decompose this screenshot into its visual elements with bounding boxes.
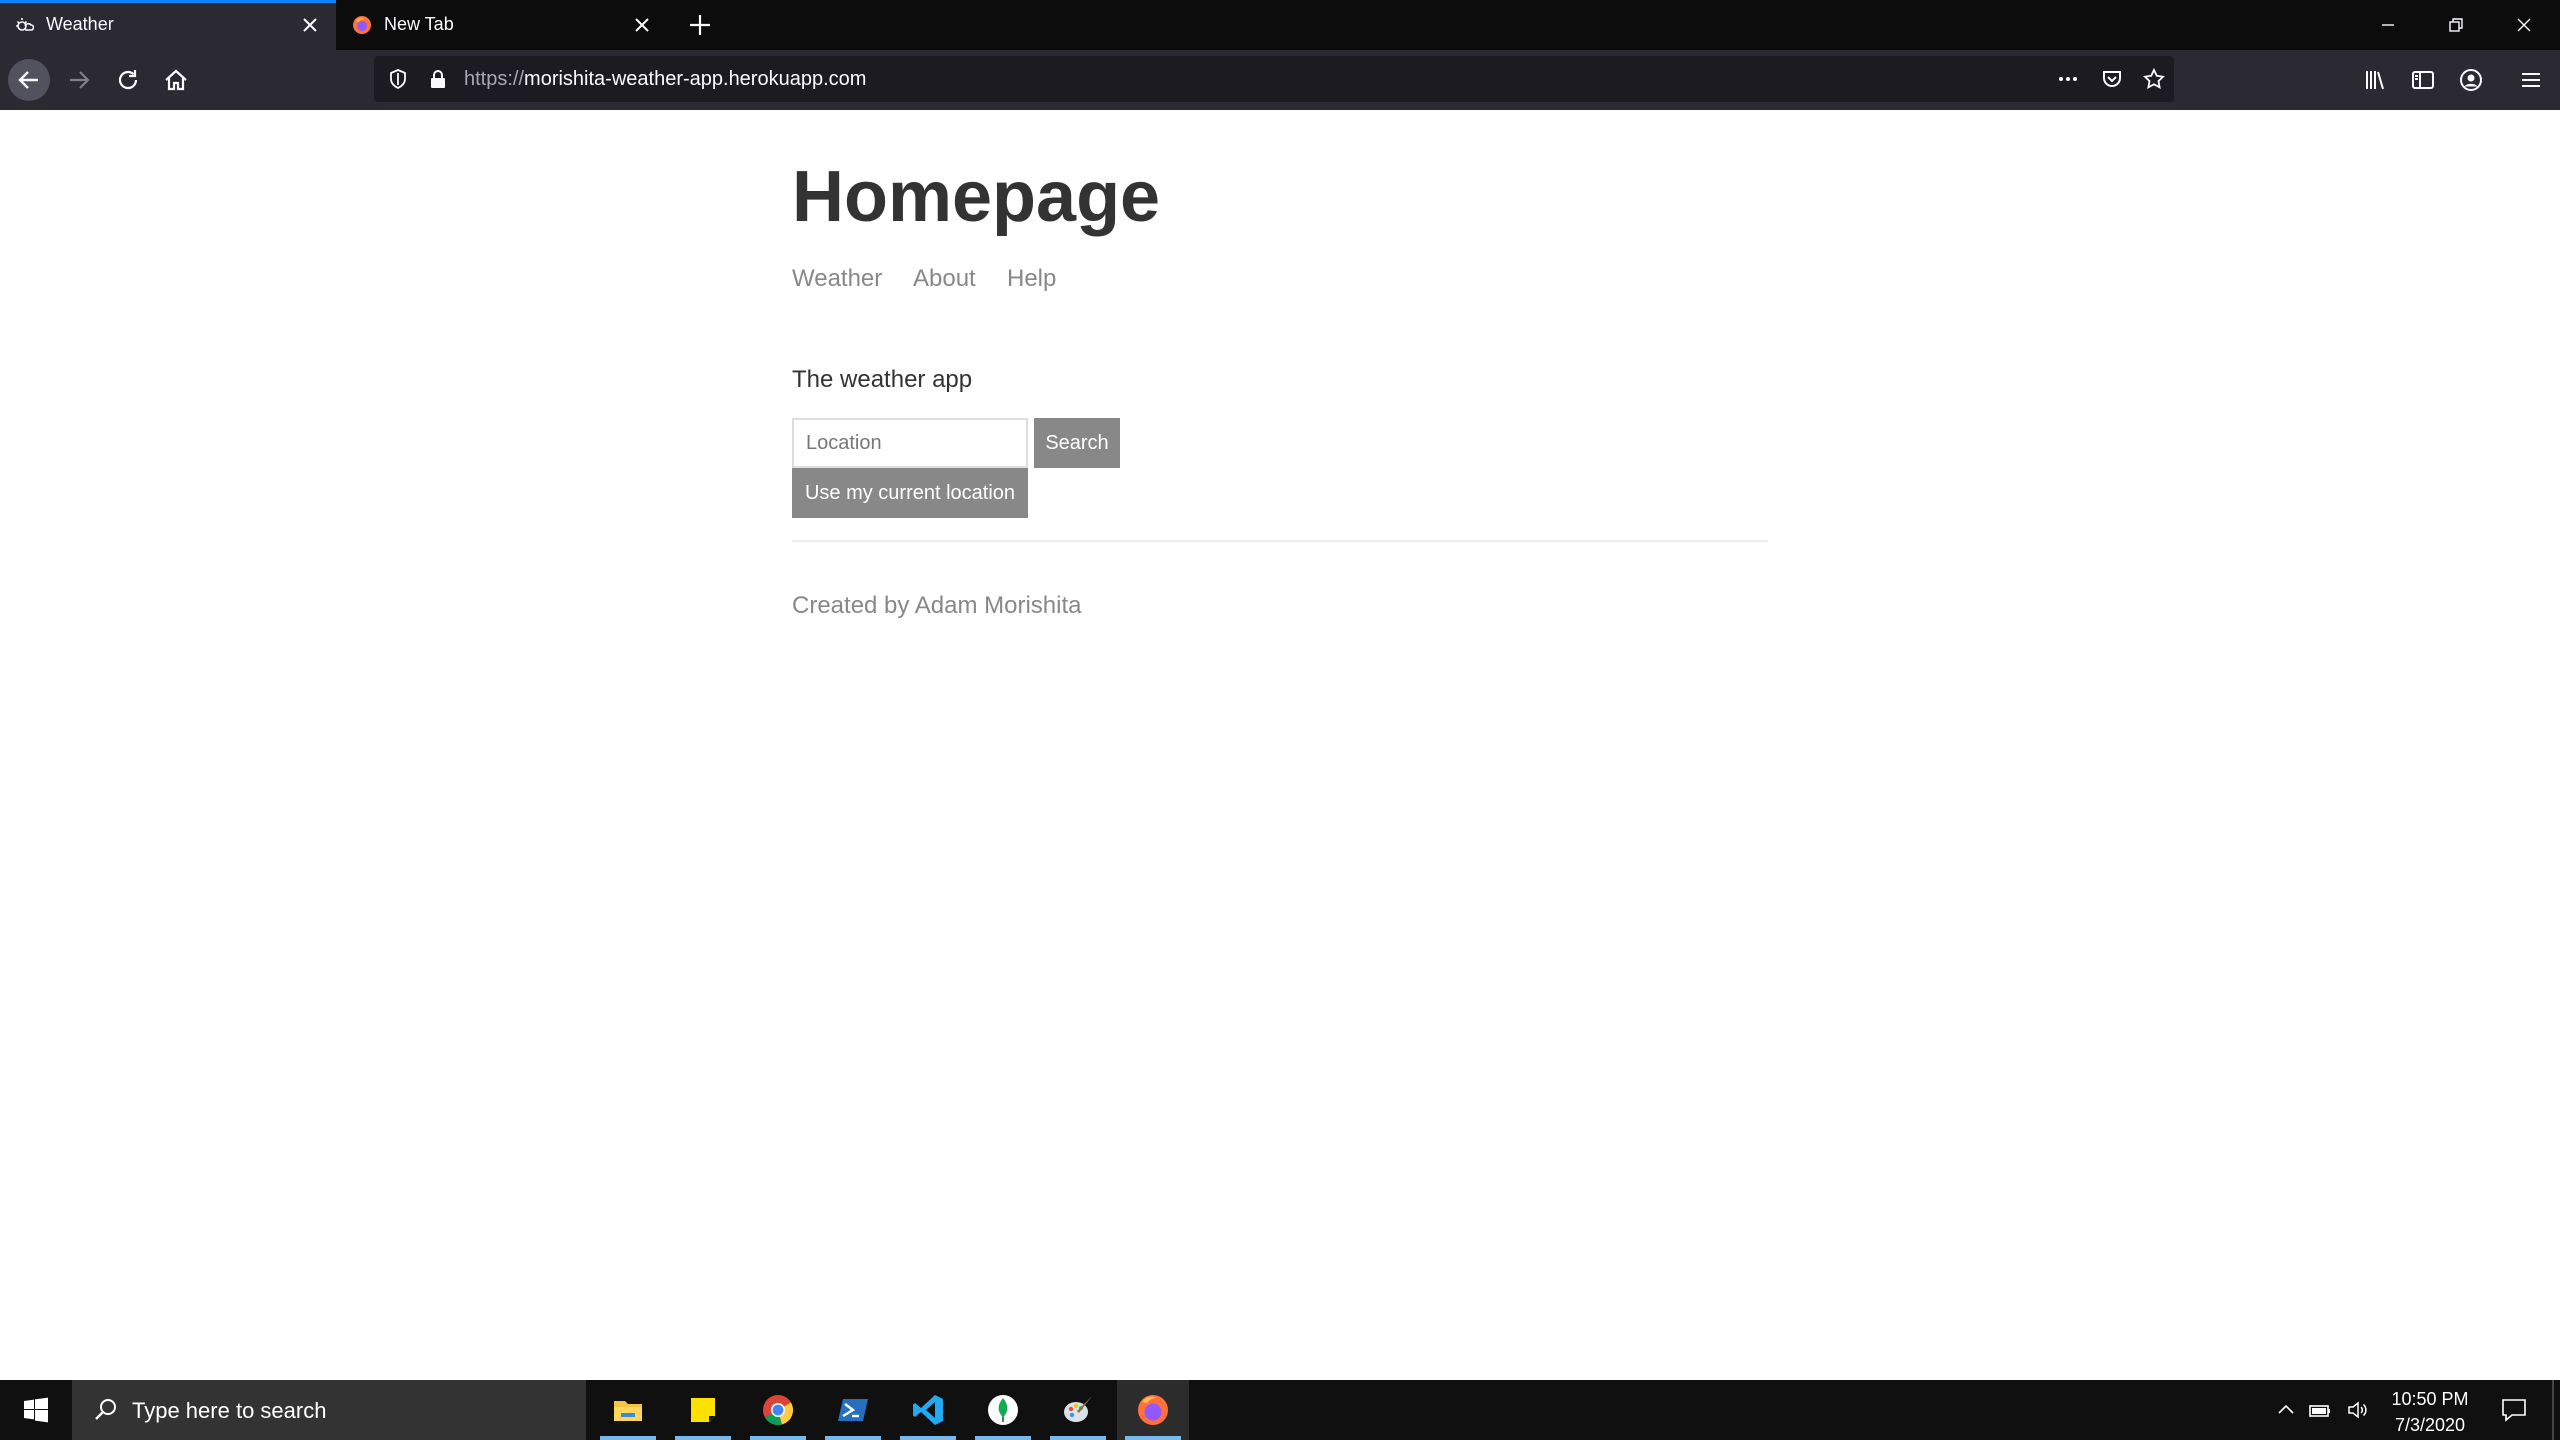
show-desktop-button[interactable] xyxy=(2552,1380,2554,1440)
taskbar-search-placeholder: Type here to search xyxy=(132,1398,327,1423)
taskbar-app-file-explorer[interactable] xyxy=(592,1380,664,1440)
use-current-location-button[interactable]: Use my current location xyxy=(792,468,1028,518)
windows-logo-icon xyxy=(24,1397,48,1423)
clock-time: 10:50 PM xyxy=(2391,1389,2469,1409)
close-icon xyxy=(2517,18,2531,32)
pocket-icon[interactable] xyxy=(2100,67,2124,91)
divider xyxy=(792,540,1768,542)
battery-icon[interactable] xyxy=(2308,1398,2332,1422)
page-content: Homepage Weather About Help The weather … xyxy=(0,110,2560,1380)
home-icon xyxy=(165,69,187,91)
bookmark-star-icon[interactable] xyxy=(2142,67,2166,91)
taskbar-clock[interactable]: 10:50 PM 7/3/2020 xyxy=(2380,1386,2480,1438)
back-button[interactable] xyxy=(8,59,50,101)
taskbar: Type here to search 10:50 PM 7/3/2020 xyxy=(0,1380,2560,1440)
firefox-icon xyxy=(353,16,371,34)
nav-link-help[interactable]: Help xyxy=(1007,265,1056,293)
notification-center-icon[interactable] xyxy=(2500,1396,2528,1424)
sidebar-icon xyxy=(2412,71,2434,89)
location-input[interactable] xyxy=(792,418,1028,468)
sticky-notes-icon xyxy=(691,1398,715,1422)
tab-weather[interactable]: Weather xyxy=(0,0,336,50)
taskbar-app-paint[interactable] xyxy=(1042,1380,1114,1440)
minimize-button[interactable] xyxy=(2354,0,2422,50)
hamburger-menu-icon xyxy=(2522,73,2540,87)
url-scheme: https:// xyxy=(464,68,525,90)
arrow-right-icon xyxy=(70,71,90,89)
shield-icon[interactable] xyxy=(386,67,410,91)
footer-credit: Created by Adam Morishita xyxy=(792,592,1082,619)
chevron-up-icon[interactable] xyxy=(2274,1398,2298,1422)
search-button[interactable]: Search xyxy=(1034,418,1120,468)
tab-title: New Tab xyxy=(384,14,454,34)
home-button[interactable] xyxy=(159,63,193,97)
close-icon[interactable] xyxy=(630,13,654,37)
taskbar-app-powershell[interactable] xyxy=(817,1380,889,1440)
library-button[interactable] xyxy=(2358,63,2392,97)
chrome-icon xyxy=(763,1395,794,1426)
menu-button[interactable] xyxy=(2514,63,2548,97)
weather-favicon-icon xyxy=(16,18,34,31)
reload-button[interactable] xyxy=(111,63,145,97)
start-button[interactable] xyxy=(0,1380,72,1440)
account-button[interactable] xyxy=(2454,63,2488,97)
taskbar-app-chrome[interactable] xyxy=(742,1380,814,1440)
nav-link-about[interactable]: About xyxy=(913,265,976,293)
search-icon xyxy=(95,1399,116,1420)
nav-link-weather[interactable]: Weather xyxy=(792,265,882,293)
window-close-button[interactable] xyxy=(2490,0,2558,50)
volume-icon[interactable] xyxy=(2346,1398,2370,1422)
taskbar-app-sticky-notes[interactable] xyxy=(667,1380,739,1440)
page-title: Homepage xyxy=(792,157,1161,237)
arrow-left-icon xyxy=(18,71,38,89)
url-host: morishita-weather-app.herokuapp.com xyxy=(524,68,867,90)
tab-new-tab[interactable]: New Tab xyxy=(338,0,668,50)
paint-icon xyxy=(1064,1396,1092,1422)
url-bar[interactable]: https://morishita-weather-app.herokuapp.… xyxy=(374,56,2174,102)
more-actions-icon[interactable] xyxy=(2056,67,2080,91)
file-explorer-icon xyxy=(614,1401,642,1421)
taskbar-search-box[interactable]: Type here to search xyxy=(72,1380,586,1440)
firefox-icon xyxy=(1138,1395,1168,1425)
tab-title: Weather xyxy=(46,14,114,34)
restore-button[interactable] xyxy=(2422,0,2490,50)
url-text[interactable]: https://morishita-weather-app.herokuapp.… xyxy=(464,68,866,91)
vscode-icon xyxy=(913,1395,943,1425)
restore-icon xyxy=(2449,18,2463,32)
new-tab-plus-icon[interactable] xyxy=(684,9,716,41)
forward-button[interactable] xyxy=(62,63,96,97)
powershell-icon xyxy=(838,1399,868,1421)
taskbar-app-firefox[interactable] xyxy=(1117,1380,1189,1440)
minimize-icon xyxy=(2382,24,2394,26)
lock-icon[interactable] xyxy=(426,67,450,91)
mongodb-compass-icon xyxy=(988,1395,1018,1425)
close-icon[interactable] xyxy=(298,13,322,37)
account-icon xyxy=(2460,69,2482,91)
clock-date: 7/3/2020 xyxy=(2394,1415,2466,1435)
library-icon xyxy=(2366,71,2384,90)
tab-strip: Weather New Tab xyxy=(0,0,2560,50)
sidebar-toggle-button[interactable] xyxy=(2406,63,2440,97)
intro-text: The weather app xyxy=(792,366,973,393)
navigation-toolbar: https://morishita-weather-app.herokuapp.… xyxy=(0,50,2560,110)
reload-icon xyxy=(118,70,138,90)
taskbar-app-mongodb-compass[interactable] xyxy=(967,1380,1039,1440)
taskbar-app-vscode[interactable] xyxy=(892,1380,964,1440)
